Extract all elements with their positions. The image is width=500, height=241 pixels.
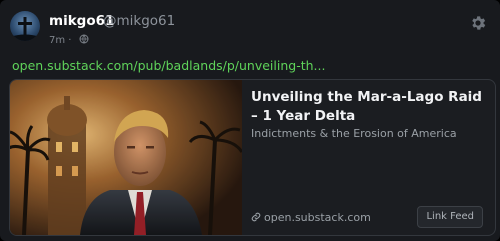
globe-icon <box>79 34 89 47</box>
post-time[interactable]: 7m <box>49 35 65 46</box>
post-card: mikgo61 @mikgo61 7m · open.substack.com/… <box>0 0 500 241</box>
card-title[interactable]: Unveiling the Mar-a-Lago Raid – 1 Year D… <box>251 88 487 126</box>
avatar[interactable] <box>10 11 40 41</box>
card-domain-label: open.substack.com <box>264 211 371 224</box>
link-feed-button[interactable]: Link Feed <box>417 206 483 228</box>
gear-icon[interactable] <box>469 14 487 32</box>
card-description: Indictments & the Erosion of America <box>251 127 457 140</box>
avatar-cross-image <box>10 17 40 41</box>
post-meta: 7m · <box>49 34 89 47</box>
author-handle[interactable]: @mikgo61 <box>103 13 175 29</box>
meta-separator: · <box>68 35 72 46</box>
card-domain[interactable]: open.substack.com <box>251 211 371 225</box>
link-icon <box>251 212 261 225</box>
link-preview-card[interactable]: Unveiling the Mar-a-Lago Raid – 1 Year D… <box>9 79 496 236</box>
post-link[interactable]: open.substack.com/pub/badlands/p/unveili… <box>12 58 325 73</box>
link-preview-image <box>10 80 242 235</box>
